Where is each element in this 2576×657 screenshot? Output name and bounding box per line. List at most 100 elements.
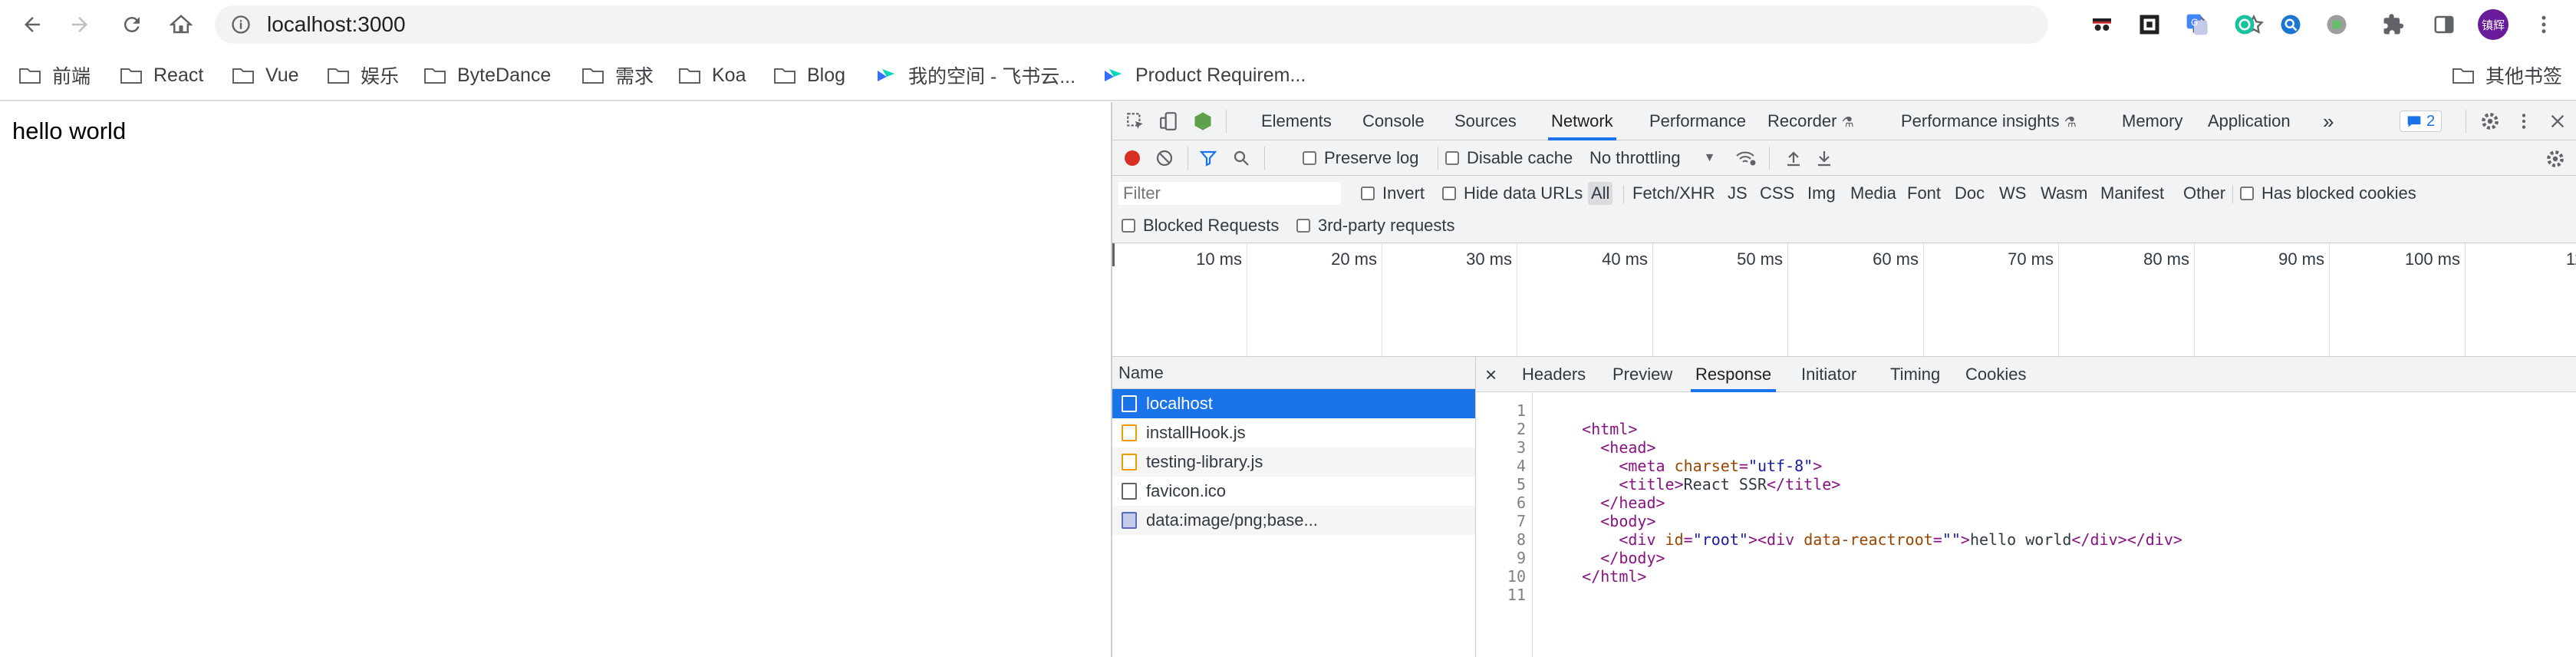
filter-toggle[interactable] xyxy=(1198,149,1218,167)
type-filter-fetch-xhr[interactable]: Fetch/XHR xyxy=(1629,182,1718,205)
side-panel-icon[interactable] xyxy=(2429,9,2459,40)
filter-input[interactable] xyxy=(1118,182,1341,205)
checkbox[interactable] xyxy=(1296,219,1310,233)
bookmark-folder[interactable]: 需求 xyxy=(581,61,654,89)
import-har-button[interactable] xyxy=(1784,149,1803,167)
reload-button[interactable] xyxy=(117,9,147,40)
timeline-tick: 60 ms xyxy=(1788,243,1924,357)
search-button[interactable] xyxy=(1232,149,1250,167)
type-filter-js[interactable]: JS xyxy=(1724,182,1751,205)
tab-initiator[interactable]: Initiator xyxy=(1801,357,1856,392)
invert-checkbox[interactable]: Invert xyxy=(1361,183,1425,203)
checkbox[interactable] xyxy=(2240,187,2254,200)
inspect-element-icon[interactable] xyxy=(1123,109,1148,134)
tab-preview[interactable]: Preview xyxy=(1612,357,1672,392)
network-timeline-overview[interactable]: 10 ms 20 ms 30 ms 40 ms 50 ms 60 ms 70 m… xyxy=(1112,243,2576,357)
bookmark-folder[interactable]: Blog xyxy=(773,61,845,89)
request-row[interactable]: localhost xyxy=(1112,389,1475,418)
tab-cookies[interactable]: Cookies xyxy=(1965,357,2026,392)
tab-sources[interactable]: Sources xyxy=(1454,102,1517,140)
name-column-header[interactable]: Name xyxy=(1112,357,1475,389)
bookmark-folder[interactable]: Vue xyxy=(232,61,299,89)
qr-extension-icon[interactable] xyxy=(2134,9,2165,40)
tab-elements[interactable]: Elements xyxy=(1261,102,1332,140)
checkbox[interactable] xyxy=(1442,187,1456,200)
clear-button[interactable] xyxy=(1155,149,1174,167)
type-filter-img[interactable]: Img xyxy=(1804,182,1839,205)
checkbox[interactable] xyxy=(1361,187,1375,200)
translate-extension-icon[interactable]: G xyxy=(2182,9,2212,40)
tab-performance[interactable]: Performance xyxy=(1649,102,1746,140)
tab-application[interactable]: Application xyxy=(2208,102,2291,140)
throttling-select[interactable]: No throttling ▼ xyxy=(1589,148,1715,168)
close-detail-icon[interactable]: × xyxy=(1485,357,1497,392)
device-toolbar-icon[interactable] xyxy=(1157,109,1181,134)
more-tabs-chevron-icon[interactable]: » xyxy=(2323,102,2334,140)
type-filter-media[interactable]: Media xyxy=(1847,182,1899,205)
type-filter-manifest[interactable]: Manifest xyxy=(2097,182,2167,205)
info-icon[interactable] xyxy=(230,14,252,35)
bookmark-folder[interactable]: 娱乐 xyxy=(327,61,399,89)
tab-network[interactable]: Network xyxy=(1548,102,1616,140)
bookmark-folder[interactable]: ByteDance xyxy=(423,61,551,89)
preserve-log-checkbox[interactable]: Preserve log xyxy=(1303,148,1419,168)
tab-memory[interactable]: Memory xyxy=(2122,102,2182,140)
back-button[interactable] xyxy=(17,9,48,40)
tab-performance-insights[interactable]: Performance insights ⚗ xyxy=(1901,102,2077,140)
checkbox[interactable] xyxy=(1445,151,1459,165)
tab-recorder[interactable]: Recorder ⚗ xyxy=(1767,102,1854,140)
type-filter-ws[interactable]: WS xyxy=(1996,182,2029,205)
record-button[interactable] xyxy=(1123,149,1141,167)
home-button[interactable] xyxy=(166,9,196,40)
bookmark-link[interactable]: Product Requirem... xyxy=(1102,61,1306,89)
other-bookmarks-folder[interactable]: 其他书签 xyxy=(2452,61,2562,89)
folder-icon xyxy=(679,68,700,84)
devtools-menu-kebab-icon[interactable] xyxy=(2512,109,2536,134)
hide-data-urls-checkbox[interactable]: Hide data URLs xyxy=(1442,183,1583,203)
tab-timing[interactable]: Timing xyxy=(1890,357,1940,392)
bookmark-folder[interactable]: React xyxy=(120,61,203,89)
profile-avatar[interactable]: 镇辉 xyxy=(2478,9,2508,40)
issues-badge[interactable]: 2 xyxy=(2400,111,2443,132)
tab-headers[interactable]: Headers xyxy=(1522,357,1586,392)
has-blocked-cookies-checkbox[interactable]: Has blocked cookies xyxy=(2240,183,2416,203)
request-row[interactable]: installHook.js xyxy=(1112,418,1475,447)
type-filter-wasm[interactable]: Wasm xyxy=(2037,182,2091,205)
type-filter-other[interactable]: Other xyxy=(2180,182,2228,205)
request-row[interactable]: data:image/png;base... xyxy=(1112,506,1475,535)
bookmark-link[interactable]: 我的空间 - 飞书云... xyxy=(875,61,1076,89)
incognito-extension-icon[interactable] xyxy=(2087,9,2117,40)
grey-circle-extension-icon[interactable] xyxy=(2321,9,2352,40)
request-row[interactable]: testing-library.js xyxy=(1112,447,1475,477)
tab-response[interactable]: Response xyxy=(1691,357,1777,392)
extensions-puzzle-icon[interactable] xyxy=(2378,9,2409,40)
node-hexagon-icon[interactable] xyxy=(1191,109,1215,134)
bookmark-folder[interactable]: Koa xyxy=(678,61,746,89)
disable-cache-checkbox[interactable]: Disable cache xyxy=(1445,148,1573,168)
bookmark-folder[interactable]: 前端 xyxy=(18,61,91,89)
forward-button[interactable] xyxy=(64,9,95,40)
close-devtools-icon[interactable] xyxy=(2545,109,2570,134)
response-code-view[interactable]: 1 2 3 4 5 6 7 8 9 10 11 <html> <head> <meta charse… xyxy=(1476,392,2576,657)
settings-gear-icon[interactable] xyxy=(2478,109,2502,134)
code-line: <head> xyxy=(1600,438,1656,457)
browser-menu-button[interactable] xyxy=(2528,9,2559,40)
checkbox[interactable] xyxy=(1122,219,1135,233)
address-bar[interactable]: localhost:3000 xyxy=(215,5,2265,44)
tab-console[interactable]: Console xyxy=(1362,102,1425,140)
checkbox[interactable] xyxy=(1303,151,1316,165)
network-conditions-button[interactable] xyxy=(1735,149,1757,167)
type-filter-css[interactable]: CSS xyxy=(1757,182,1797,205)
timeline-tick: 40 ms xyxy=(1517,243,1653,357)
export-har-button[interactable] xyxy=(1815,149,1833,167)
type-filter-all[interactable]: All xyxy=(1588,182,1613,205)
type-filter-doc[interactable]: Doc xyxy=(1952,182,1988,205)
third-party-requests-checkbox[interactable]: 3rd-party requests xyxy=(1296,216,1455,236)
search-extension-icon[interactable] xyxy=(2275,9,2306,40)
refresh-green-extension-icon[interactable] xyxy=(2229,9,2260,40)
network-settings-gear-icon[interactable] xyxy=(2545,149,2565,169)
request-row[interactable]: favicon.ico xyxy=(1112,477,1475,506)
type-filter-font[interactable]: Font xyxy=(1904,182,1944,205)
blocked-requests-checkbox[interactable]: Blocked Requests xyxy=(1122,216,1279,236)
url-text[interactable]: localhost:3000 xyxy=(267,12,406,37)
